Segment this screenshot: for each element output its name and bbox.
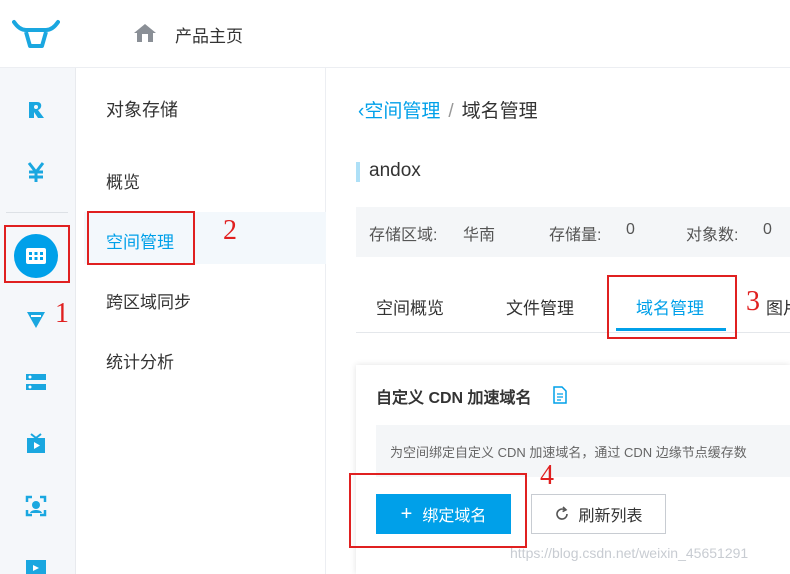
tv-icon[interactable]: [18, 426, 54, 462]
home-icon[interactable]: [132, 22, 158, 44]
breadcrumb-separator: /: [448, 101, 454, 122]
objects-label: 对象数:: [686, 227, 739, 244]
region-label: 存储区域:: [369, 227, 438, 244]
nav-title: 对象存储: [106, 100, 178, 120]
film-icon[interactable]: [18, 548, 54, 574]
yen-icon[interactable]: [18, 154, 54, 190]
r-logo-icon[interactable]: [18, 92, 54, 128]
rail-divider: [6, 212, 68, 213]
home-link[interactable]: 产品主页: [175, 22, 243, 47]
nav-item-overview[interactable]: 概览: [106, 168, 140, 193]
annotation-number-2: 2: [223, 215, 237, 246]
funnel-icon[interactable]: [18, 302, 54, 338]
breadcrumb: ‹空间管理 / 域名管理: [358, 96, 538, 123]
annotation-number-4: 4: [540, 460, 554, 491]
refresh-list-label: 刷新列表: [578, 508, 643, 525]
face-scan-icon[interactable]: [18, 488, 54, 524]
bull-logo-icon[interactable]: [12, 18, 60, 50]
annotation-box-3: [607, 275, 737, 339]
nav-item-statistics[interactable]: 统计分析: [106, 348, 174, 373]
card-title: 自定义 CDN 加速域名: [376, 390, 532, 407]
annotation-box-2: [87, 211, 195, 265]
objects-value: 0: [763, 221, 772, 238]
top-bar: 产品主页: [0, 0, 790, 68]
storage-nav: 对象存储 概览 空间管理 跨区域同步 统计分析: [76, 68, 326, 574]
annotation-number-1: 1: [55, 298, 69, 329]
watermark: https://blog.csdn.net/weixin_45651291: [510, 545, 749, 561]
bucket-title-marker: [356, 162, 360, 182]
server-icon[interactable]: [18, 364, 54, 400]
tab-file-management[interactable]: 文件管理: [506, 294, 574, 319]
tab-bucket-overview[interactable]: 空间概览: [376, 294, 444, 319]
info-tip-text: 为空间绑定自定义 CDN 加速域名，通过 CDN 边缘节点缓存数: [390, 445, 747, 460]
region-value: 华南: [463, 227, 496, 244]
annotation-number-3: 3: [746, 286, 760, 317]
annotation-box-4: [349, 473, 527, 548]
document-icon[interactable]: [553, 386, 567, 404]
storage-label: 存储量:: [549, 227, 602, 244]
refresh-icon: [556, 506, 569, 520]
breadcrumb-back-link[interactable]: ‹空间管理: [358, 101, 440, 122]
annotation-box-1: [4, 225, 70, 283]
refresh-list-button[interactable]: 刷新列表: [531, 494, 666, 534]
storage-value: 0: [626, 221, 635, 238]
tab-image[interactable]: 图片: [766, 294, 790, 319]
nav-item-cross-region-sync[interactable]: 跨区域同步: [106, 288, 191, 313]
breadcrumb-current: 域名管理: [461, 101, 538, 122]
bucket-name: andox: [369, 160, 421, 181]
